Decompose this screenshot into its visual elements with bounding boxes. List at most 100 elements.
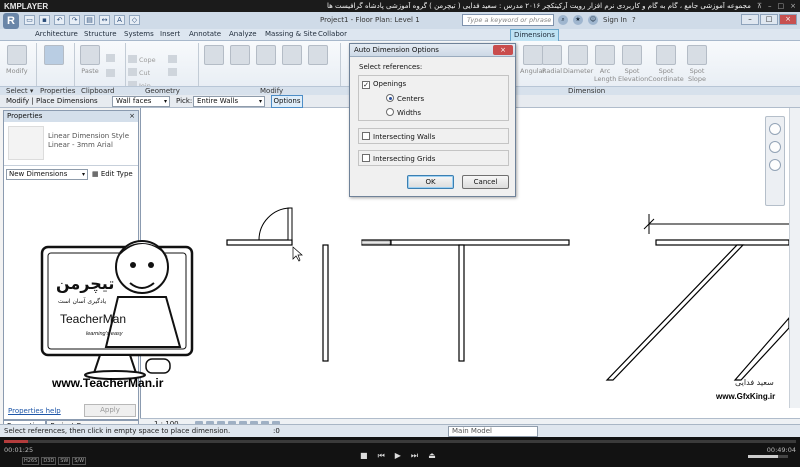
- panel-label-select[interactable]: Select ▾: [6, 87, 33, 95]
- print-icon[interactable]: ▤: [84, 15, 95, 25]
- diameter-dimension-button[interactable]: Diameter: [563, 45, 593, 75]
- tab-systems[interactable]: Systems: [124, 30, 154, 38]
- widths-radio[interactable]: Widths: [386, 108, 421, 117]
- open-icon[interactable]: ▭: [24, 15, 35, 25]
- centers-radio[interactable]: Centers: [386, 94, 424, 103]
- copy-button[interactable]: [230, 45, 250, 67]
- spot-slope-button[interactable]: Spot Slope: [686, 45, 708, 83]
- trim-button[interactable]: [308, 45, 328, 67]
- tab-analyze[interactable]: Analyze: [229, 30, 257, 38]
- radial-dimension-button[interactable]: Radial: [542, 45, 562, 75]
- cancel-button[interactable]: Cancel: [462, 175, 509, 189]
- tab-dimensions[interactable]: Dimensions: [510, 29, 559, 41]
- tab-insert[interactable]: Insert: [160, 30, 180, 38]
- wall-segment[interactable]: [655, 239, 789, 246]
- volume-slider[interactable]: [748, 455, 788, 458]
- codec-badge[interactable]: H265: [22, 457, 40, 465]
- revit-close-button[interactable]: ×: [779, 14, 797, 25]
- design-option-select[interactable]: Main Model: [448, 426, 538, 437]
- steering-wheel-icon[interactable]: [769, 123, 781, 135]
- arc-length-button[interactable]: Arc Length: [594, 45, 616, 83]
- instance-filter-select[interactable]: New Dimensions: [6, 169, 88, 180]
- modify-button[interactable]: Modify: [6, 45, 28, 75]
- renderer-badge[interactable]: D3D: [41, 457, 57, 465]
- redo-icon[interactable]: ↷: [69, 15, 80, 25]
- search-input[interactable]: Type a keyword or phrase: [462, 14, 554, 26]
- pick-select[interactable]: Entire Walls: [193, 96, 265, 107]
- worksets-indicator: :0: [273, 427, 280, 435]
- revit-restore-button[interactable]: □: [760, 14, 778, 25]
- diameter-dimension-icon: [568, 45, 589, 65]
- stop-icon[interactable]: ■: [360, 451, 368, 461]
- tab-structure[interactable]: Structure: [84, 30, 117, 38]
- intersecting-walls-checkbox[interactable]: Intersecting Walls: [362, 132, 435, 141]
- openings-checkbox[interactable]: ✓ Openings: [362, 80, 406, 89]
- wall-segment[interactable]: [458, 244, 465, 362]
- reference-select[interactable]: Wall faces: [112, 96, 170, 107]
- previous-icon[interactable]: ⏮: [378, 451, 385, 461]
- play-icon[interactable]: ▶: [395, 451, 401, 461]
- application-menu-button[interactable]: R: [3, 13, 19, 29]
- properties-help-link[interactable]: Properties help: [8, 407, 61, 415]
- tab-architecture[interactable]: Architecture: [35, 30, 78, 38]
- save-icon[interactable]: ▪: [39, 15, 50, 25]
- wall-segment[interactable]: [390, 239, 570, 246]
- rotate-button[interactable]: [256, 45, 276, 67]
- search-icon[interactable]: ⌕: [558, 15, 568, 25]
- text-icon[interactable]: A: [114, 15, 125, 25]
- next-icon[interactable]: ⏭: [411, 451, 418, 461]
- paste-button[interactable]: Paste: [80, 45, 100, 75]
- spot-coordinate-button[interactable]: Spot Coordinate: [648, 45, 684, 83]
- close-icon[interactable]: ×: [129, 111, 135, 122]
- dialog-close-button[interactable]: ×: [493, 45, 513, 55]
- eject-icon[interactable]: ⏏: [428, 451, 436, 461]
- decoder-badge[interactable]: SW: [58, 457, 71, 465]
- help-icon[interactable]: ?: [632, 16, 636, 24]
- undo-icon[interactable]: ↶: [54, 15, 65, 25]
- tab-massing-site[interactable]: Massing & Site: [265, 30, 317, 38]
- vertical-scrollbar[interactable]: [789, 108, 800, 408]
- revit-minimize-button[interactable]: –: [741, 14, 759, 25]
- video-title: مجموعه آموزشی جامع ، گام به گام و کاربرد…: [326, 2, 751, 10]
- wall-segment[interactable]: [605, 244, 745, 381]
- sign-in-link[interactable]: Sign In: [603, 16, 627, 24]
- wall-segment[interactable]: [733, 317, 789, 381]
- window-opening[interactable]: [361, 240, 391, 245]
- minimize-icon[interactable]: –: [768, 2, 772, 10]
- mirror-button[interactable]: [282, 45, 302, 67]
- tab-collaborate[interactable]: Collabor: [318, 30, 347, 38]
- move-button[interactable]: [204, 45, 224, 67]
- subscription-icon[interactable]: ★: [573, 15, 583, 25]
- match-type-icon[interactable]: [106, 69, 117, 78]
- pin-icon[interactable]: ⊼: [757, 2, 762, 10]
- measure-icon[interactable]: ↔: [99, 15, 110, 25]
- user-icon[interactable]: ☺: [588, 15, 598, 25]
- ok-button[interactable]: OK: [407, 175, 454, 189]
- maximize-icon[interactable]: □: [778, 2, 785, 10]
- split-face-icon[interactable]: [168, 55, 179, 64]
- paste-icon: [80, 45, 100, 65]
- door-swing: [258, 207, 291, 241]
- pan-icon[interactable]: [769, 159, 781, 171]
- zoom-icon[interactable]: [769, 141, 781, 153]
- apply-button[interactable]: Apply: [84, 404, 136, 417]
- checkbox-empty-icon: [362, 132, 370, 140]
- tab-annotate[interactable]: Annotate: [189, 30, 221, 38]
- cut-button[interactable]: Cut: [128, 68, 150, 77]
- 3d-view-icon[interactable]: ◇: [129, 15, 140, 25]
- properties-button[interactable]: [44, 45, 64, 67]
- seek-bar[interactable]: [4, 440, 796, 443]
- edit-type-button[interactable]: ▦ Edit Type: [92, 170, 133, 178]
- intersecting-grids-checkbox[interactable]: Intersecting Grids: [362, 154, 435, 163]
- paint-icon[interactable]: [168, 68, 179, 77]
- options-button[interactable]: Options: [271, 95, 303, 108]
- cope-button[interactable]: Cope: [128, 55, 156, 64]
- spot-elevation-button[interactable]: Spot Elevation: [618, 45, 648, 83]
- subtitle-badge[interactable]: S/W: [72, 457, 87, 465]
- close-icon[interactable]: ×: [790, 2, 796, 10]
- copy-clipboard-icon[interactable]: [106, 54, 117, 63]
- door[interactable]: [258, 207, 293, 241]
- wall-segment[interactable]: [226, 239, 293, 246]
- wall-segment[interactable]: [322, 244, 329, 362]
- type-selector[interactable]: Linear Dimension Style Linear - 3mm Aria…: [4, 122, 138, 166]
